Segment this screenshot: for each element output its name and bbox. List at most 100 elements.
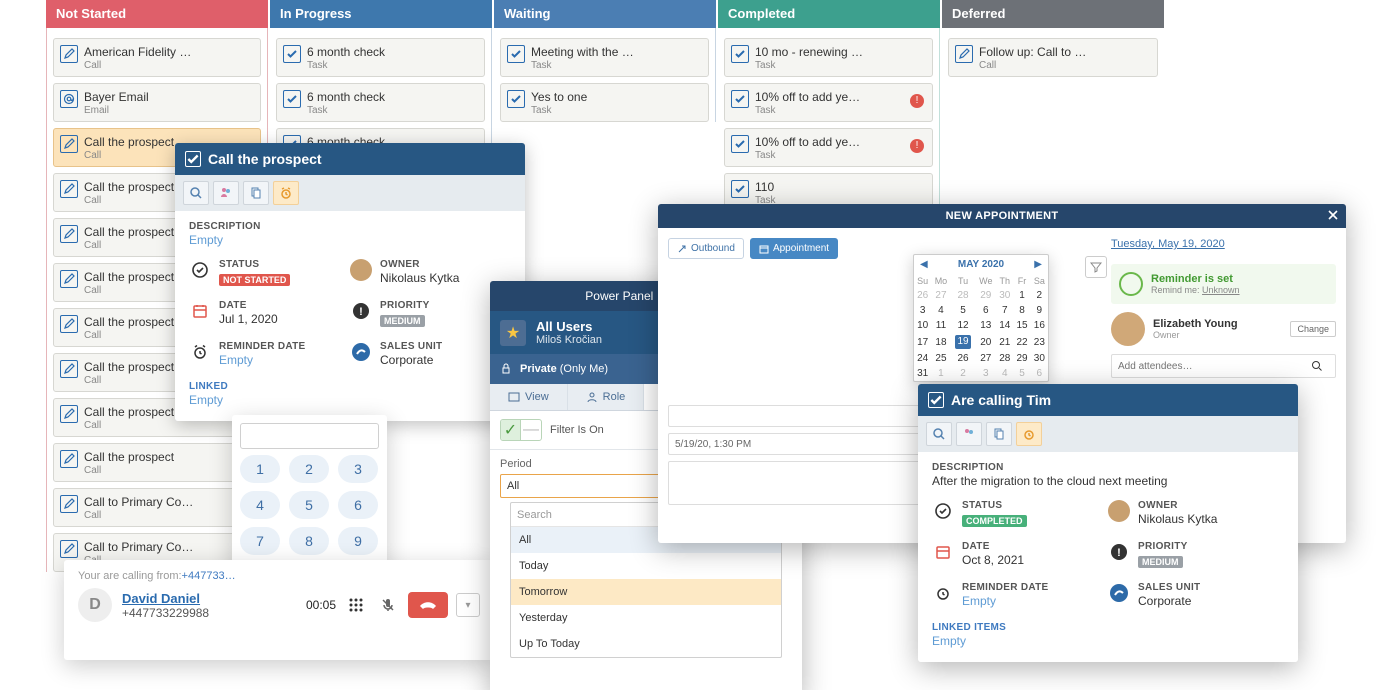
calendar-day[interactable]: 31 — [914, 366, 931, 381]
keypad-key[interactable]: 2 — [289, 455, 329, 483]
appointment-date[interactable]: Tuesday, May 19, 2020 — [1111, 238, 1336, 250]
calendar-day[interactable]: 3 — [975, 366, 996, 381]
calendar-day[interactable]: 14 — [996, 318, 1013, 333]
calendar-day[interactable]: 3 — [914, 303, 931, 318]
calendar-day[interactable]: 28 — [951, 288, 976, 303]
dial-input[interactable] — [240, 423, 379, 449]
calendar-day[interactable]: 2 — [951, 366, 976, 381]
calendar-day[interactable]: 27 — [975, 351, 996, 366]
tab-view[interactable]: View — [490, 384, 568, 410]
calendar-day[interactable]: 19 — [951, 333, 976, 351]
calendar-day[interactable]: 24 — [914, 351, 931, 366]
calendar-day[interactable]: 27 — [931, 288, 950, 303]
appointment-type-appointment[interactable]: Appointment — [750, 238, 838, 259]
calendar-day[interactable]: 4 — [931, 303, 950, 318]
calendar-day[interactable]: 5 — [951, 303, 976, 318]
reminder-banner[interactable]: Reminder is setRemind me: Unknown — [1111, 264, 1336, 304]
calendar-day[interactable]: 1 — [931, 366, 950, 381]
kanban-card[interactable]: 6 month checkTask — [276, 38, 485, 77]
keypad-key[interactable]: 5 — [289, 491, 329, 519]
alarm-icon[interactable] — [1016, 422, 1042, 446]
kanban-card[interactable]: Follow up: Call to …Call — [948, 38, 1158, 77]
kanban-card[interactable]: Bayer EmailEmail — [53, 83, 261, 122]
calendar-day[interactable]: 12 — [951, 318, 976, 333]
keypad-key[interactable]: 1 — [240, 455, 280, 483]
hangup-button[interactable] — [408, 592, 448, 618]
kanban-card[interactable]: Meeting with the …Task — [500, 38, 709, 77]
calendar-day[interactable]: 29 — [1013, 351, 1030, 366]
period-option[interactable]: Yesterday — [511, 605, 781, 631]
search-icon[interactable] — [1311, 360, 1335, 372]
calendar-day[interactable]: 28 — [996, 351, 1013, 366]
prev-month[interactable]: ◀ — [920, 259, 928, 270]
tab-role[interactable]: Role — [568, 384, 645, 410]
calendar-day[interactable]: 6 — [975, 303, 996, 318]
calendar-day[interactable]: 13 — [975, 318, 996, 333]
keypad-key[interactable]: 6 — [338, 491, 378, 519]
calendar-day[interactable]: 10 — [914, 318, 931, 333]
calendar-day[interactable]: 15 — [1013, 318, 1030, 333]
copy-icon[interactable] — [986, 422, 1012, 446]
filter-icon[interactable] — [1085, 256, 1107, 278]
close-icon[interactable] — [1326, 208, 1340, 222]
kanban-card[interactable]: American Fidelity …Call — [53, 38, 261, 77]
panel-header[interactable]: Are calling Tim — [918, 384, 1298, 416]
period-option[interactable]: Up To Today — [511, 631, 781, 657]
attendees-input[interactable] — [1112, 361, 1311, 372]
kanban-card[interactable]: Call to Primary Co…Call — [53, 488, 261, 527]
appointment-type-outbound[interactable]: Outbound — [668, 238, 744, 259]
kanban-card[interactable]: 10 mo - renewing …Task — [724, 38, 933, 77]
calendar-day[interactable]: 22 — [1013, 333, 1030, 351]
calendar-day[interactable]: 4 — [996, 366, 1013, 381]
kanban-card[interactable]: Yes to oneTask — [500, 83, 709, 122]
dialpad-icon[interactable] — [344, 593, 368, 617]
calendar-day[interactable]: 11 — [931, 318, 950, 333]
calendar-day[interactable]: 9 — [1031, 303, 1048, 318]
calendar-day[interactable]: 2 — [1031, 288, 1048, 303]
copy-icon[interactable] — [243, 181, 269, 205]
keypad-key[interactable]: 3 — [338, 455, 378, 483]
mute-icon[interactable] — [376, 593, 400, 617]
keypad-key[interactable]: 4 — [240, 491, 280, 519]
kanban-card[interactable]: 10% off to add ye…Task! — [724, 128, 933, 167]
calendar-day[interactable]: 5 — [1013, 366, 1030, 381]
star-icon[interactable]: ★ — [500, 320, 526, 346]
kanban-card[interactable]: 10% off to add ye…Task! — [724, 83, 933, 122]
filter-toggle[interactable]: ✓— — [500, 419, 542, 441]
panel-header[interactable]: Call the prospect — [175, 143, 525, 175]
more-icon[interactable]: ▾ — [456, 593, 480, 617]
kanban-card[interactable]: 6 month checkTask — [276, 83, 485, 122]
change-owner-button[interactable]: Change — [1290, 321, 1336, 337]
calendar-day[interactable]: 30 — [1031, 351, 1048, 366]
keypad-key[interactable]: 7 — [240, 527, 280, 555]
next-month[interactable]: ▶ — [1034, 259, 1042, 270]
search-icon[interactable] — [183, 181, 209, 205]
description-value[interactable]: Empty — [189, 233, 511, 247]
contact-name[interactable]: David Daniel — [122, 591, 209, 606]
calendar-day[interactable]: 20 — [975, 333, 996, 351]
calendar-day[interactable]: 8 — [1013, 303, 1030, 318]
calendar-day[interactable]: 16 — [1031, 318, 1048, 333]
kanban-card[interactable]: Call the prospectCall — [53, 443, 261, 482]
calendar-day[interactable]: 29 — [975, 288, 996, 303]
period-option[interactable]: Tomorrow — [511, 579, 781, 605]
calendar-day[interactable]: 21 — [996, 333, 1013, 351]
calendar-icon — [932, 541, 954, 563]
alarm-icon[interactable] — [273, 181, 299, 205]
search-icon[interactable] — [926, 422, 952, 446]
period-option[interactable]: Today — [511, 553, 781, 579]
calendar-day[interactable]: 18 — [931, 333, 950, 351]
people-icon[interactable] — [213, 181, 239, 205]
calendar-day[interactable]: 17 — [914, 333, 931, 351]
calendar-day[interactable]: 6 — [1031, 366, 1048, 381]
keypad-key[interactable]: 8 — [289, 527, 329, 555]
calendar-day[interactable]: 26 — [951, 351, 976, 366]
keypad-key[interactable]: 9 — [338, 527, 378, 555]
calendar-day[interactable]: 1 — [1013, 288, 1030, 303]
calendar-day[interactable]: 26 — [914, 288, 931, 303]
calendar-day[interactable]: 7 — [996, 303, 1013, 318]
people-icon[interactable] — [956, 422, 982, 446]
calendar-day[interactable]: 23 — [1031, 333, 1048, 351]
calendar-day[interactable]: 25 — [931, 351, 950, 366]
calendar-day[interactable]: 30 — [996, 288, 1013, 303]
